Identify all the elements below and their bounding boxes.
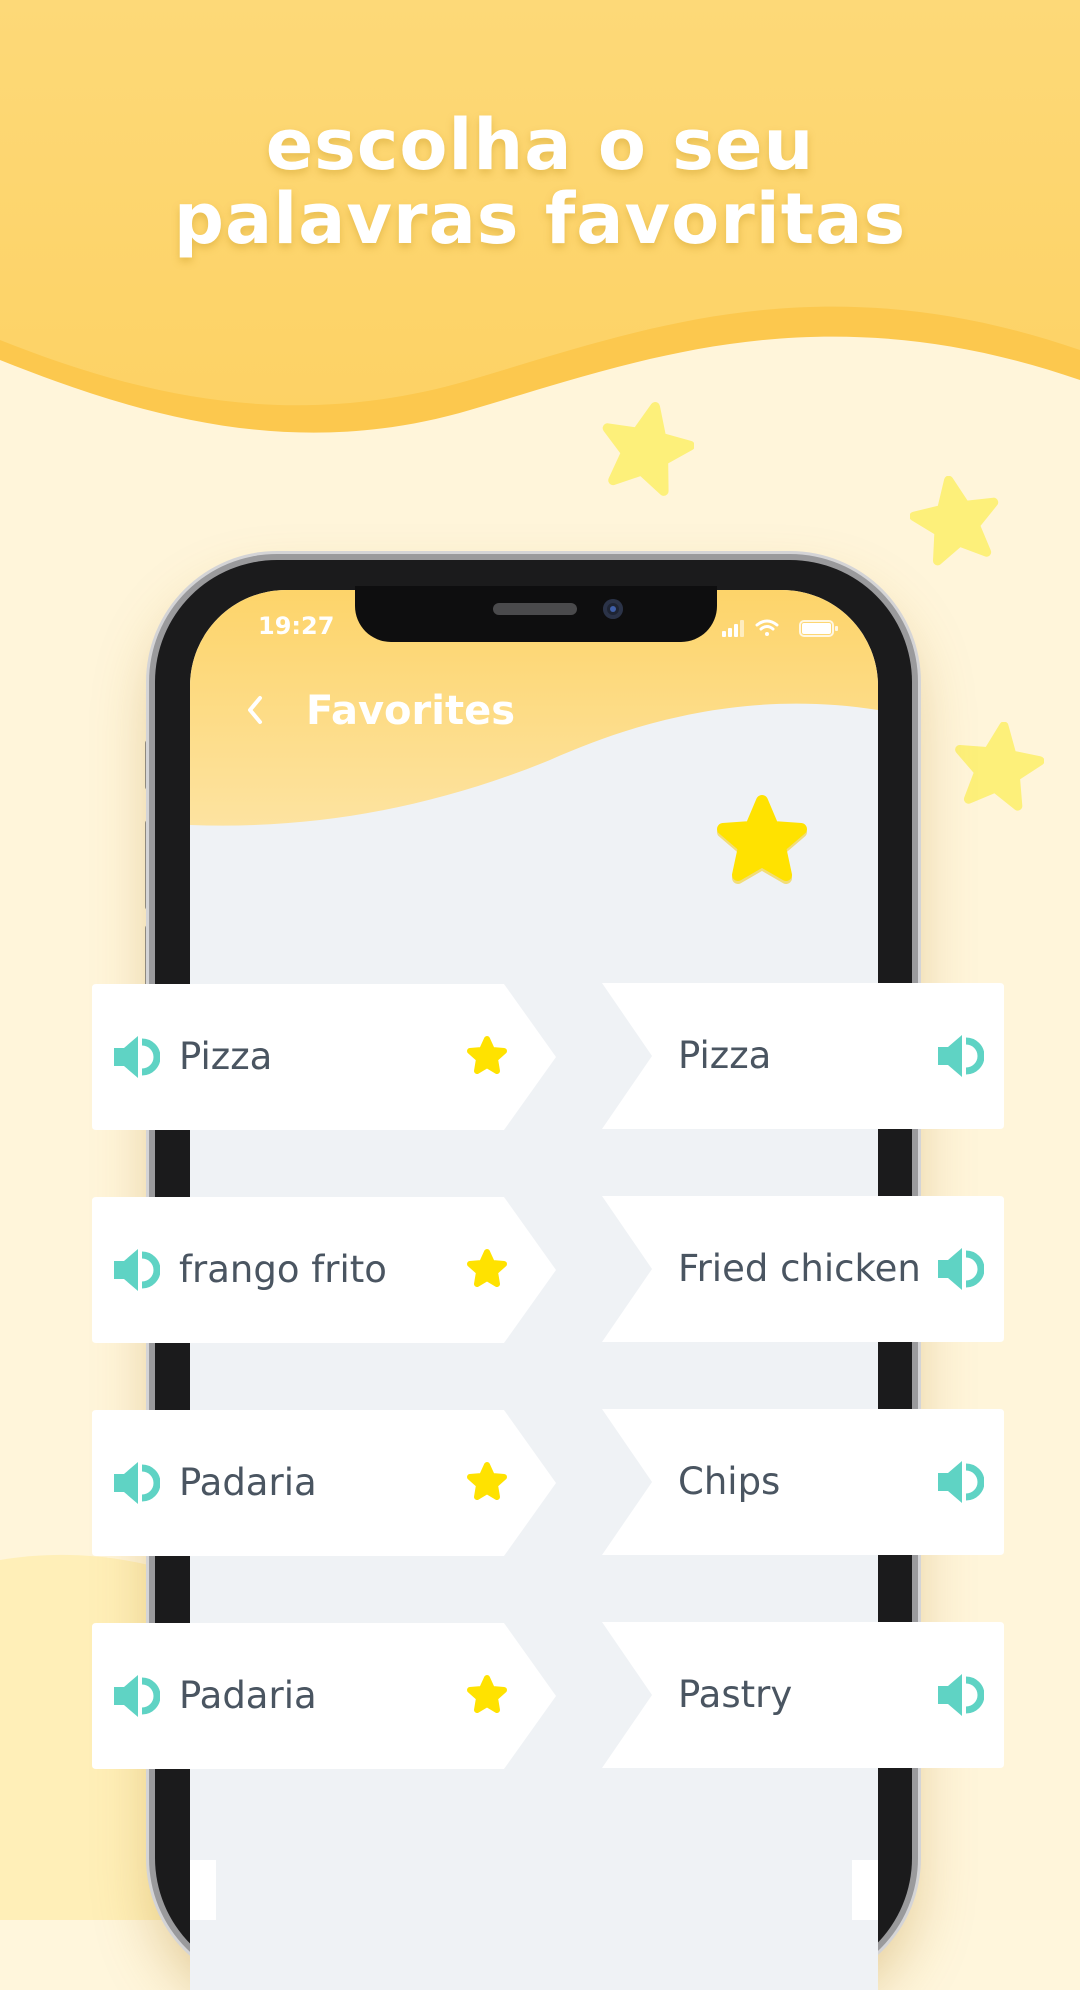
favorite-star-icon[interactable]	[465, 1248, 509, 1290]
signal-icon	[722, 620, 744, 637]
favorite-star-icon[interactable]	[465, 1461, 509, 1503]
phone-speaker	[493, 603, 577, 615]
source-word: Padaria	[179, 1674, 317, 1717]
speaker-icon[interactable]	[936, 1246, 984, 1292]
decorative-star-icon	[910, 476, 999, 566]
translation-word: Pastry	[678, 1673, 793, 1716]
favorites-star-icon	[717, 795, 807, 884]
decorative-star-icon	[955, 722, 1044, 811]
phone-camera	[603, 599, 623, 619]
translation-word: Chips	[678, 1460, 781, 1503]
status-time: 19:27	[258, 612, 335, 640]
source-word: frango frito	[179, 1248, 387, 1291]
speaker-icon[interactable]	[112, 1034, 160, 1080]
page-title: Favorites	[306, 688, 516, 734]
decorative-star-icon	[602, 402, 694, 496]
translation-word: Fried chicken	[678, 1247, 921, 1290]
speaker-icon[interactable]	[936, 1033, 984, 1079]
status-icons	[722, 619, 838, 637]
translation-word-card[interactable]: Pastry	[602, 1622, 1004, 1768]
battery-icon	[799, 620, 838, 637]
source-word-card[interactable]: Padaria	[92, 1410, 556, 1556]
chevron-left-icon	[248, 696, 262, 724]
translation-word-card[interactable]: Fried chicken	[602, 1196, 1004, 1342]
source-word: Padaria	[179, 1461, 317, 1504]
favorite-star-icon[interactable]	[465, 1674, 509, 1716]
source-word-card[interactable]: frango frito	[92, 1197, 556, 1343]
speaker-icon[interactable]	[112, 1673, 160, 1719]
phone-silent-switch	[145, 740, 152, 790]
speaker-icon[interactable]	[112, 1460, 160, 1506]
headline: escolha o seu palavras favoritas	[0, 108, 1080, 256]
translation-word-card[interactable]: Pizza	[602, 983, 1004, 1129]
favorite-star-icon[interactable]	[465, 1035, 509, 1077]
phone-volume-up	[145, 820, 152, 910]
bottom-edge-left	[190, 1860, 216, 1920]
source-word-card[interactable]: Padaria	[92, 1623, 556, 1769]
speaker-icon[interactable]	[112, 1247, 160, 1293]
source-word-card[interactable]: Pizza	[92, 984, 556, 1130]
headline-line-2: palavras favoritas	[173, 178, 907, 260]
translation-word: Pizza	[678, 1034, 772, 1077]
speaker-icon[interactable]	[936, 1459, 984, 1505]
speaker-icon[interactable]	[936, 1672, 984, 1718]
translation-word-card[interactable]: Chips	[602, 1409, 1004, 1555]
wifi-icon	[755, 619, 779, 636]
source-word: Pizza	[179, 1035, 273, 1078]
headline-line-1: escolha o seu	[265, 104, 815, 186]
bottom-edge-right	[852, 1860, 878, 1920]
back-button[interactable]	[240, 690, 270, 730]
